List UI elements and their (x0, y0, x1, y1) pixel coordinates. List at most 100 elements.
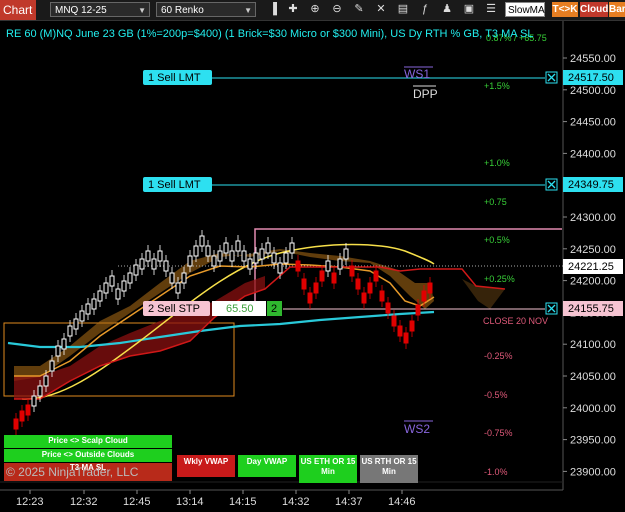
price-tick-label: 24100.00 (570, 339, 616, 351)
renko-brick (199, 235, 205, 247)
sell-limit-price-2: 24349.75 (568, 179, 614, 191)
renko-brick (343, 248, 349, 260)
renko-brick (109, 275, 115, 287)
renko-brick (409, 320, 415, 332)
renko-brick (403, 332, 409, 344)
renko-brick (37, 385, 43, 397)
renko-brick (85, 303, 91, 315)
percent-level-label: +1.5% (484, 81, 510, 91)
renko-brick (427, 282, 433, 294)
renko-brick (277, 262, 283, 274)
sell-limit-price-1: 24517.50 (568, 72, 614, 84)
time-tick-label: 12:32 (70, 496, 98, 508)
price-tick-label: 24400.00 (570, 148, 616, 160)
sell-limit-tag-1[interactable]: 1 Sell LMT (143, 70, 212, 85)
sell-limit-label-2: 1 Sell LMT (148, 179, 201, 191)
outside-clouds-button[interactable]: Price <> Outside Clouds (4, 449, 172, 462)
price-tick-label: 24050.00 (570, 371, 616, 383)
cancel-order-icon[interactable] (545, 71, 558, 84)
renko-brick (259, 248, 265, 260)
renko-brick (331, 272, 337, 284)
chevron-down-icon: ▼ (138, 6, 146, 15)
sell-stop-label: 2 Sell STP (148, 303, 200, 315)
bar-type-icon[interactable]: ▐ (266, 2, 280, 17)
renko-brick (235, 240, 241, 252)
sell-limit-price-tag-1[interactable]: 24517.50 (563, 70, 623, 85)
renko-brick (205, 245, 211, 257)
instrument-selector[interactable]: MNQ 12-25 ▼ (50, 2, 150, 17)
price-tick-label: 24200.00 (570, 276, 616, 288)
sell-stop-tag[interactable]: 2 Sell STP 65.50 2 (143, 301, 282, 316)
sell-limit-tag-2[interactable]: 1 Sell LMT (143, 177, 212, 192)
renko-brick (133, 264, 139, 276)
time-tick-label: 12:45 (123, 496, 151, 508)
renko-brick (271, 252, 277, 264)
price-tick-label: 24250.00 (570, 244, 616, 256)
us-eth-or-button[interactable]: US ETH OR 15 Min (299, 455, 357, 483)
properties-icon[interactable]: ☰ (484, 2, 498, 17)
price-tick-label: 23950.00 (570, 435, 616, 447)
drawing-tools-icon[interactable]: ✎ (352, 2, 366, 17)
renko-brick (301, 278, 307, 290)
renko-brick (163, 260, 169, 272)
price-tick-label: 24450.00 (570, 117, 616, 129)
zoom-out-icon[interactable]: ⊖ (330, 2, 344, 17)
price-tick-label: 24300.00 (570, 212, 616, 224)
renko-brick (265, 242, 271, 254)
bar-toggle-button[interactable]: Bar (609, 2, 625, 17)
chart-title: RE 60 (M)NQ June 23 GB (1%=200p=$400) (1… (6, 28, 534, 40)
percent-level-label: -1.0% (484, 467, 508, 477)
renko-brick (43, 375, 49, 387)
renko-brick (349, 265, 355, 277)
us-rth-or-button[interactable]: US RTH OR 15 Min (360, 455, 418, 483)
sell-limit-price-tag-2[interactable]: 24349.75 (563, 177, 623, 192)
scalp-cloud-button[interactable]: Price <> Scalp Cloud (4, 435, 172, 448)
renko-brick (169, 272, 175, 284)
ws1-label: WS1 (404, 67, 430, 81)
data-box-icon[interactable]: ▣ (462, 2, 476, 17)
chart-toolbar: Chart MNQ 12-25 ▼ 60 Renko ▼ ▐ ✚ ⊕ ⊖ ✎ ✕… (0, 0, 625, 21)
chart-tab[interactable]: Chart (0, 0, 36, 20)
time-axis[interactable]: 12:23 12:32 12:45 13:14 14:15 14:32 14:37 14:46 (16, 490, 416, 508)
percent-level-label: -0.75% (484, 428, 513, 438)
renko-brick (31, 395, 37, 407)
renko-brick (49, 360, 55, 372)
renko-brick (373, 270, 379, 282)
zoom-in-icon[interactable]: ⊕ (308, 2, 322, 17)
day-vwap-button[interactable]: Day VWAP (238, 455, 296, 477)
renko-brick (289, 242, 295, 254)
percent-levels: +1.5% +1.0% +0.75 +0.5% +0.25% -0.25% -0.5% -0.… (484, 81, 515, 477)
renko-brick (367, 282, 373, 294)
cancel-order-icon[interactable] (545, 302, 558, 315)
renko-brick (79, 310, 85, 322)
range-box-pink (254, 228, 562, 309)
tk-toggle-button[interactable]: T<>K (552, 2, 578, 17)
price-tick-label: 24500.00 (570, 85, 616, 97)
close-icon[interactable]: ✕ (374, 2, 388, 17)
renko-brick (319, 270, 325, 282)
renko-brick (121, 280, 127, 292)
sell-stop-price-tag[interactable]: 24155.75 (563, 301, 623, 316)
time-tick-label: 13:14 (176, 496, 204, 508)
renko-brick (103, 282, 109, 294)
cloud-toggle-button[interactable]: Cloud (580, 2, 608, 17)
templates-icon[interactable]: ▤ (396, 2, 410, 17)
renko-bricks (13, 230, 433, 435)
renko-brick (61, 338, 67, 350)
renko-brick (295, 260, 301, 272)
renko-brick (247, 258, 253, 270)
strategies-icon[interactable]: ♟ (440, 2, 454, 17)
renko-brick (355, 278, 361, 290)
renko-brick (187, 255, 193, 267)
indicators-icon[interactable]: ƒ (418, 2, 432, 17)
interval-selector[interactable]: 60 Renko ▼ (156, 2, 256, 17)
renko-brick (223, 242, 229, 254)
sell-stop-price: 24155.75 (568, 303, 614, 315)
outside-cloud (14, 276, 265, 399)
wkly-vwap-button[interactable]: Wkly VWAP (177, 455, 235, 477)
slowma-toggle-button[interactable]: SlowMA (505, 2, 545, 17)
renko-brick (13, 418, 19, 430)
price-tick-label: 24000.00 (570, 403, 616, 415)
cancel-order-icon[interactable] (545, 178, 558, 191)
crosshair-icon[interactable]: ✚ (286, 2, 300, 17)
